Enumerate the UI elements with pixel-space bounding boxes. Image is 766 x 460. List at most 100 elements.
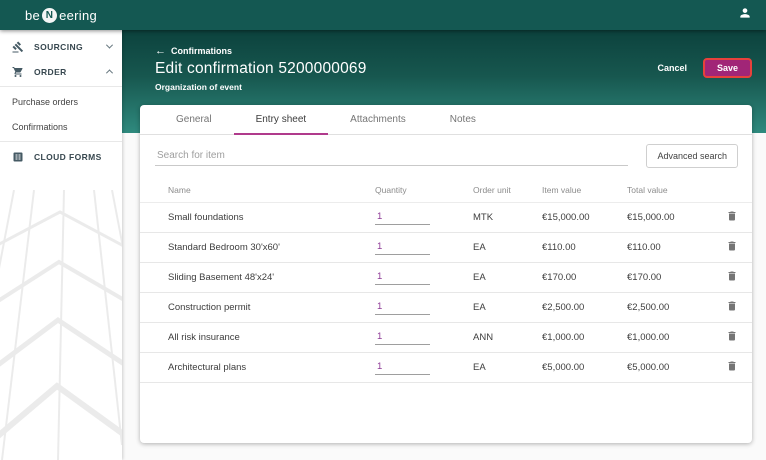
column-header-name: Name [168,184,191,195]
confirmation-card: General Entry sheet Attachments Notes Ad… [140,105,752,443]
cart-icon [12,66,25,78]
brand-logo: be Neering [0,7,122,23]
tab-label: Entry sheet [255,114,307,125]
table-row: Construction permit EA €2,500.00 €2,500.… [140,293,752,323]
tab-label: Notes [449,114,476,125]
delete-row-button[interactable] [726,210,752,225]
delete-row-button[interactable] [726,330,752,345]
total-value-cell: €170.00 [627,272,662,283]
item-value-cell: €5,000.00 [542,362,585,373]
save-button[interactable]: Save [702,58,752,78]
table-row: Small foundations MTK €15,000.00 €15,000… [140,203,752,233]
quantity-input[interactable] [375,360,430,375]
delete-row-button[interactable] [726,360,752,375]
trash-icon [726,240,738,255]
order-unit-cell: ANN [473,332,494,343]
search-section: Advanced search [140,135,752,177]
trash-icon [726,330,738,345]
trash-icon [726,360,738,375]
cancel-button[interactable]: Cancel [657,63,687,73]
sidebar-item-sourcing[interactable]: SOURCING [0,34,122,59]
tab-general[interactable]: General [154,105,234,134]
person-icon [738,6,752,25]
advanced-search-button[interactable]: Advanced search [646,144,738,168]
quantity-input[interactable] [375,210,430,225]
header-actions: Cancel Save [657,58,752,78]
logo-text-prefix: be [25,7,41,23]
tab-label: Attachments [350,114,406,125]
tab-notes[interactable]: Notes [428,105,498,134]
sidebar-item-cloud-forms[interactable]: CLOUD FORMS [0,144,122,169]
forms-icon [12,151,25,163]
logo-n-icon: N [42,7,58,23]
logo-text-suffix: eering [59,7,97,23]
total-value-cell: €5,000.00 [627,362,670,373]
quantity-cell [375,240,473,255]
item-name-cell: Architectural plans [168,362,247,373]
quantity-input[interactable] [375,330,430,345]
sidebar-item-label: CLOUD FORMS [34,151,102,162]
quantity-cell [375,270,473,285]
table-row: All risk insurance ANN €1,000.00 €1,000.… [140,323,752,353]
sidebar-item-purchase-orders[interactable]: Purchase orders [0,89,122,114]
sidebar-subitem-label: Confirmations [12,121,68,132]
chevron-down-icon [105,41,114,49]
quantity-input[interactable] [375,240,430,255]
table-row: Standard Bedroom 30'x60' EA €110.00 €110… [140,233,752,263]
sidebar-item-order[interactable]: ORDER [0,59,122,84]
app-window: beNeering SOURCING ORDER Purchase order [0,0,766,460]
item-name-cell: Construction permit [168,302,251,313]
back-link-label: Confirmations [171,46,233,56]
tab-entry-sheet[interactable]: Entry sheet [233,105,329,135]
total-value-cell: €110.00 [627,242,661,253]
item-value-cell: €110.00 [542,242,576,253]
item-value-cell: €1,000.00 [542,332,585,343]
sidebar: SOURCING ORDER Purchase orders Confirmat… [0,30,122,460]
user-account-button[interactable] [738,6,752,25]
quantity-cell [375,330,473,345]
back-to-confirmations-link[interactable]: ← Confirmations [155,44,752,57]
tab-label: General [176,114,212,125]
total-value-cell: €2,500.00 [627,302,670,313]
column-header-total-value: Total value [627,184,668,195]
order-unit-cell: EA [473,242,486,253]
trash-icon [726,210,738,225]
delete-row-button[interactable] [726,300,752,315]
table-header-row: Name Quantity Order unit Item value Tota… [140,177,752,203]
item-name-cell: Small foundations [168,212,244,223]
column-header-quantity: Quantity [375,184,407,195]
sidebar-divider [0,86,122,87]
page-subtitle: Organization of event [155,82,242,92]
total-value-cell: €15,000.00 [627,212,675,223]
sidebar-item-confirmations[interactable]: Confirmations [0,114,122,139]
table-row: Architectural plans EA €5,000.00 €5,000.… [140,353,752,383]
entry-table-body: Small foundations MTK €15,000.00 €15,000… [140,203,752,383]
quantity-input[interactable] [375,270,430,285]
gavel-icon [12,41,25,53]
quantity-cell [375,210,473,225]
item-name-cell: All risk insurance [168,332,240,343]
sidebar-divider [0,141,122,142]
quantity-cell [375,300,473,315]
item-name-cell: Standard Bedroom 30'x60' [168,242,280,253]
sidebar-subitem-label: Purchase orders [12,96,79,107]
chevron-up-icon [105,69,114,77]
quantity-input[interactable] [375,300,430,315]
order-unit-cell: MTK [473,212,494,223]
trash-icon [726,270,738,285]
order-unit-cell: EA [473,362,486,373]
delete-row-button[interactable] [726,270,752,285]
item-value-cell: €2,500.00 [542,302,585,313]
column-header-order-unit: Order unit [473,184,511,195]
quantity-cell [375,360,473,375]
table-row: Sliding Basement 48'x24' EA €170.00 €170… [140,263,752,293]
tab-attachments[interactable]: Attachments [328,105,428,134]
item-value-cell: €170.00 [542,272,577,283]
order-unit-cell: EA [473,302,486,313]
tab-bar: General Entry sheet Attachments Notes [140,105,752,135]
back-arrow-icon: ← [155,44,166,57]
trash-icon [726,300,738,315]
top-app-bar: be Neering [0,0,766,30]
search-input[interactable] [155,146,629,166]
delete-row-button[interactable] [726,240,752,255]
